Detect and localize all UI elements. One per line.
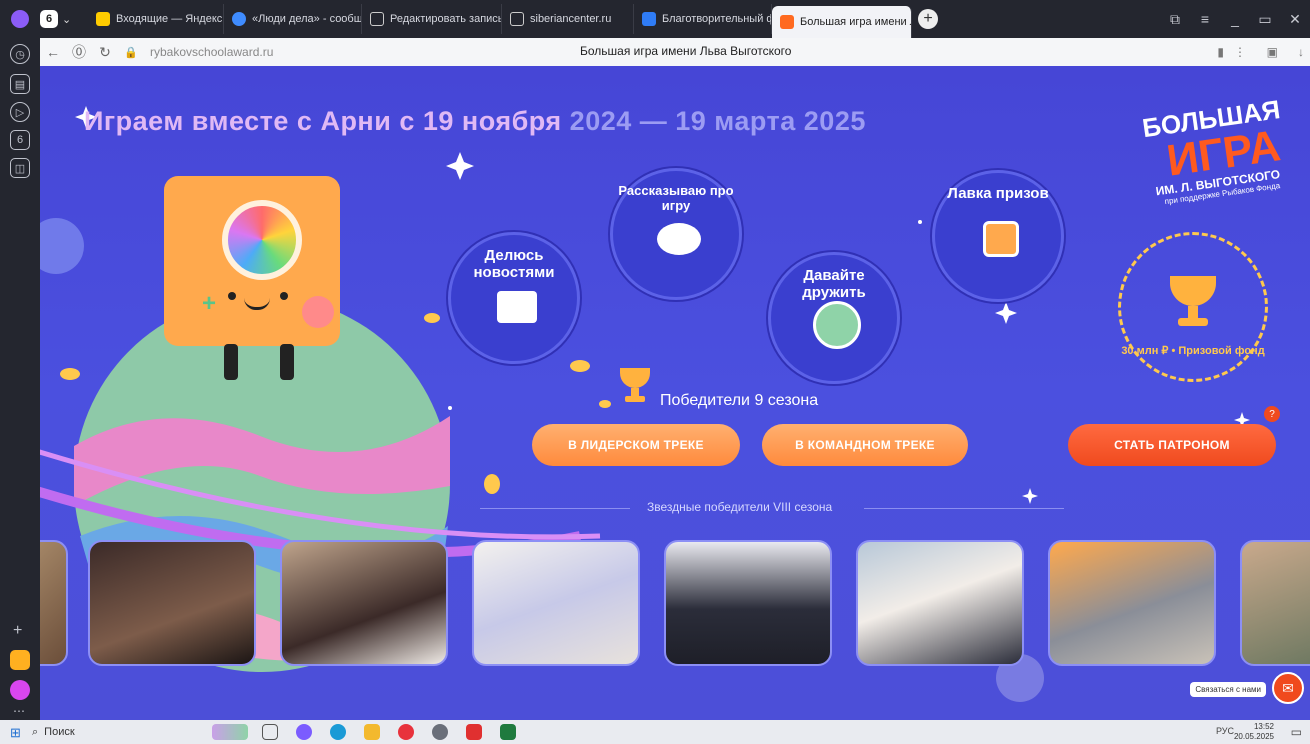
star-winners-title: Звездные победители VIII сезона [647, 500, 833, 514]
season-headline: Играем вместе с Арни с 19 ноября 2024 — … [84, 106, 866, 136]
community-icon [232, 12, 246, 26]
page-content: + Играем вместе с Арни с 19 ноября 2024 … [40, 66, 1310, 720]
tab-charity[interactable]: Благотворительный фонд [634, 4, 772, 34]
browser-tab-bar: 6 ⌄ Входящие — Яндекс Почт «Люди дела» -… [0, 0, 1310, 38]
menu-icon[interactable]: ≡ [1190, 11, 1220, 27]
more-options-icon[interactable]: ⋮ [1234, 45, 1246, 59]
add-panel-icon[interactable]: + [13, 622, 22, 640]
excel-icon[interactable] [500, 724, 516, 740]
protect-icon[interactable]: ⓪ [66, 42, 92, 62]
history-icon[interactable]: ◷ [10, 44, 30, 64]
become-patron-button[interactable]: СТАТЬ ПАТРОНОМ [1068, 424, 1276, 466]
leader-track-button[interactable]: В ЛИДЕРСКОМ ТРЕКЕ [532, 424, 740, 466]
task-view-icon[interactable] [262, 724, 278, 740]
restore-icon[interactable]: ▭ [1250, 11, 1280, 28]
tell-about-game-circle[interactable]: Рассказываю про игру [610, 168, 742, 300]
document-icon [510, 12, 524, 26]
tab-siberiancenter[interactable]: siberiancenter.ru [502, 4, 634, 34]
trophy-icon [1170, 276, 1216, 328]
vk-icon [642, 12, 656, 26]
chevron-down-icon: ⌄ [62, 13, 72, 26]
tab-people[interactable]: «Люди дела» - сообществ [224, 4, 362, 34]
yandex-icon[interactable] [466, 724, 482, 740]
winner-photo[interactable] [280, 540, 448, 666]
download-icon[interactable]: ↓ [1298, 45, 1304, 59]
app-icon[interactable] [296, 724, 312, 740]
lock-icon: 🔒 [124, 46, 138, 59]
minimize-icon[interactable]: _ [1220, 11, 1250, 27]
team-track-button[interactable]: В КОМАНДНОМ ТРЕКЕ [762, 424, 968, 466]
mascot-crystal-icon [222, 200, 302, 280]
tabs-overview-icon[interactable]: ⧉ [1160, 11, 1190, 28]
browser-sidebar: ◷ ▤ ▷ 6 ◫ + ⋯ [0, 38, 40, 720]
notification-icon[interactable]: ▭ [1291, 725, 1302, 739]
mail-panel-icon[interactable] [10, 650, 30, 670]
windows-start-icon[interactable]: ⊞ [10, 725, 21, 741]
contact-chat-icon[interactable]: ✉ [1272, 672, 1304, 704]
winner-photo[interactable] [1240, 540, 1310, 666]
new-tab-button[interactable]: + [918, 9, 938, 29]
tab-counter[interactable]: 6 ⌄ [40, 10, 88, 28]
page-title: Большая игра имени Льва Выготского [580, 44, 792, 58]
alice-icon[interactable] [10, 680, 30, 700]
clock[interactable]: 13:52 20.05.2025 [1234, 722, 1274, 742]
winner-photo[interactable] [856, 540, 1024, 666]
close-window-icon[interactable]: ✕ [1280, 11, 1310, 28]
prize-shop-circle[interactable]: Лавка призов [932, 170, 1064, 302]
reader-icon[interactable]: ▣ [1267, 45, 1278, 59]
game-logo-icon [780, 15, 794, 29]
document-icon [370, 12, 384, 26]
winner-photo[interactable] [664, 540, 832, 666]
app-icon[interactable] [432, 724, 448, 740]
collections-icon[interactable]: ▤ [10, 74, 30, 94]
tab-big-game[interactable]: Большая игра имени Л ✕ [772, 6, 912, 38]
share-news-circle[interactable]: Делюсь новостями [448, 232, 580, 364]
edge-icon[interactable] [330, 724, 346, 740]
windows-taskbar: ⊞ ⌕ Поиск РУС 13:52 20.05.2025 ▭ [0, 720, 1310, 744]
winner-photo[interactable] [40, 540, 68, 666]
winners-title: Победители 9 сезона [660, 392, 819, 409]
reload-icon[interactable]: ↻ [92, 44, 118, 61]
contact-us-label[interactable]: Связаться с нами [1190, 682, 1266, 697]
tab-mail[interactable]: Входящие — Яндекс Почт [88, 4, 224, 34]
thought-bubble-icon [657, 223, 701, 255]
address-bar: ← ⓪ ↻ 🔒 rybakovschoolaward.ru Большая иг… [40, 38, 1310, 66]
widgets-icon[interactable] [212, 724, 248, 740]
url-field[interactable]: rybakovschoolaward.ru [150, 45, 273, 59]
bookmark-icon[interactable]: ▮ [1217, 45, 1224, 59]
friends-group-icon [813, 301, 861, 349]
profile-avatar[interactable] [0, 10, 40, 28]
yandex-browser-icon[interactable] [398, 724, 414, 740]
mail-icon [96, 12, 110, 26]
divider-left [480, 508, 630, 509]
taskbar-search[interactable]: ⌕ Поиск [32, 723, 202, 741]
divider-right [864, 508, 1064, 509]
big-game-logo[interactable]: БОЛЬШАЯ ИГРА ИМ. Л. ВЫГОТСКОГО при подде… [1090, 94, 1283, 206]
tab-edit-post[interactable]: Редактировать запись « [362, 4, 502, 34]
envelope-icon [497, 291, 537, 323]
help-badge[interactable]: ? [1264, 406, 1280, 422]
winners-trophy-icon [620, 368, 652, 404]
lets-be-friends-circle[interactable]: Давайте дружить [768, 252, 900, 384]
winner-photo[interactable] [1048, 540, 1216, 666]
mascot-arni: + [164, 176, 344, 380]
screenshot-icon[interactable]: ◫ [10, 158, 30, 178]
more-icon[interactable]: ⋯ [13, 704, 25, 718]
winner-photo[interactable] [472, 540, 640, 666]
yandex-games-icon[interactable]: 6 [10, 130, 30, 150]
winner-photo[interactable] [88, 540, 256, 666]
search-icon: ⌕ [32, 725, 39, 738]
gift-box-icon [983, 221, 1019, 257]
file-explorer-icon[interactable] [364, 724, 380, 740]
back-arrow-icon[interactable]: ← [40, 44, 66, 60]
prize-fund-badge: 30 млн ₽ • Призовой фонд [1118, 232, 1268, 382]
input-language[interactable]: РУС [1216, 726, 1234, 736]
play-icon[interactable]: ▷ [10, 102, 30, 122]
